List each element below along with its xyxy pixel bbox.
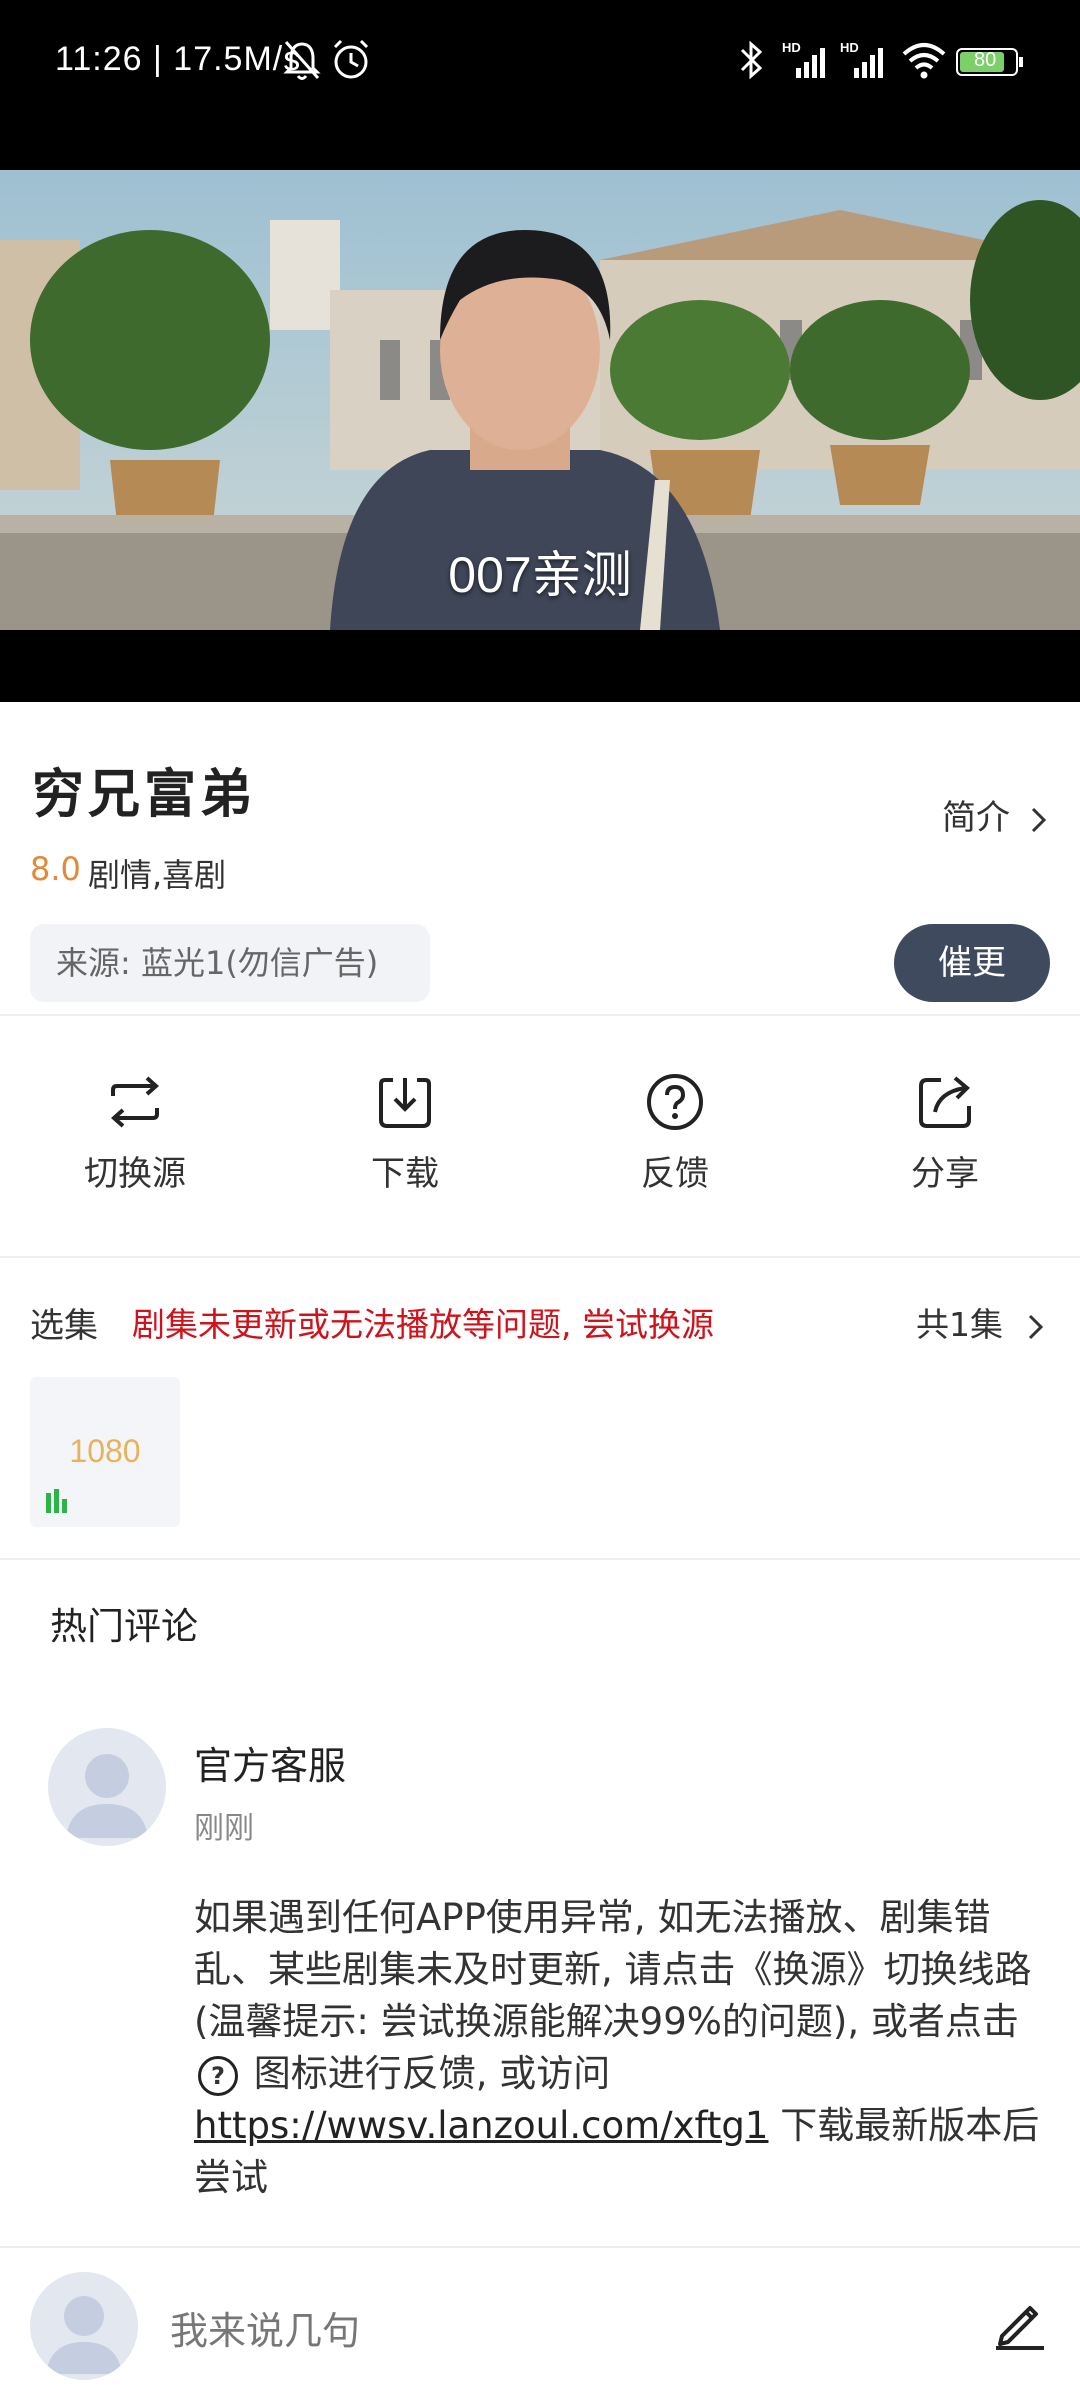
show-title: 穷兄富弟	[32, 765, 257, 825]
share-label: 分享	[911, 1154, 979, 1194]
episodes-count: 共1集	[916, 1305, 1003, 1344]
episodes-label: 选集	[30, 1306, 98, 1346]
rating: 8.0	[30, 850, 81, 888]
avatar[interactable]	[48, 1728, 166, 1846]
bluetooth-icon	[740, 40, 763, 80]
divider	[0, 1558, 1080, 1560]
episode-label: 1080	[69, 1433, 141, 1469]
comment-time: 刚刚	[194, 1811, 254, 1846]
comment-body: 如果遇到任何APP使用异常, 如无法播放、剧集错乱、某些剧集未及时更新, 请点击…	[194, 1892, 1040, 2204]
help-icon: ?	[198, 2055, 238, 2096]
feedback-label: 反馈	[641, 1154, 709, 1194]
svg-text:HD: HD	[782, 40, 801, 55]
comment-bar	[0, 2246, 1080, 2402]
chevron-right-icon	[1031, 807, 1046, 832]
comment-text: 如果遇到任何APP使用异常, 如无法播放、剧集错乱、某些剧集未及时更新, 请点击…	[194, 1896, 1032, 2043]
divider	[0, 1014, 1080, 1016]
download-link[interactable]: https://wwsv.lanzoul.com/xftg1	[194, 2104, 768, 2147]
status-time: 11:26 | 17.5M/s	[55, 40, 302, 78]
signal-hd-icon: HD	[840, 40, 883, 78]
mute-bell-icon	[283, 41, 321, 80]
edit-icon[interactable]	[990, 2292, 1050, 2352]
wifi-icon	[902, 43, 946, 79]
hot-comments-title: 热门评论	[50, 1605, 198, 1648]
playing-indicator-icon	[46, 1489, 67, 1513]
signal-hd-icon: HD	[782, 40, 825, 78]
download-label: 下载	[371, 1154, 439, 1194]
download-button[interactable]: 下载	[305, 1070, 505, 1195]
share-icon	[919, 1076, 971, 1128]
feedback-button[interactable]: 反馈	[575, 1070, 775, 1195]
divider	[0, 1256, 1080, 1258]
alarm-icon	[333, 39, 369, 79]
video-letterbox	[0, 630, 1080, 702]
switch-source-icon	[110, 1076, 160, 1128]
battery-level: 80	[974, 49, 997, 71]
comment-author: 官方客服	[194, 1744, 347, 1788]
switch-source-button[interactable]: 切换源	[35, 1070, 235, 1195]
episodes-warning: 剧集未更新或无法播放等问题, 尝试换源	[132, 1305, 714, 1344]
share-button[interactable]: 分享	[845, 1070, 1045, 1195]
download-icon	[379, 1078, 431, 1128]
urge-update-button[interactable]: 催更	[894, 924, 1050, 1002]
episode-item[interactable]: 1080	[30, 1377, 180, 1527]
comment-input[interactable]: 我来说几句	[170, 2300, 360, 2355]
switch-source-label: 切换源	[84, 1154, 186, 1194]
intro-link-label: 简介	[942, 798, 1010, 838]
svg-text:HD: HD	[840, 40, 859, 55]
episodes-count-link[interactable]: 共1集	[916, 1298, 1046, 1346]
help-icon	[647, 1074, 703, 1130]
battery-icon: 80	[956, 48, 1023, 76]
avatar	[30, 2272, 138, 2380]
genre: 剧情,喜剧	[88, 856, 227, 894]
status-bar: 11:26 | 17.5M/s HD HD 80	[0, 0, 1080, 170]
source-selector[interactable]: 来源: 蓝光1(勿信广告)	[30, 924, 430, 1002]
intro-link[interactable]: 简介	[942, 790, 1049, 839]
chevron-right-icon	[1028, 1314, 1043, 1339]
video-subtitle: 007亲测	[448, 547, 632, 603]
comment-text: 图标进行反馈, 或访问	[253, 2052, 611, 2095]
